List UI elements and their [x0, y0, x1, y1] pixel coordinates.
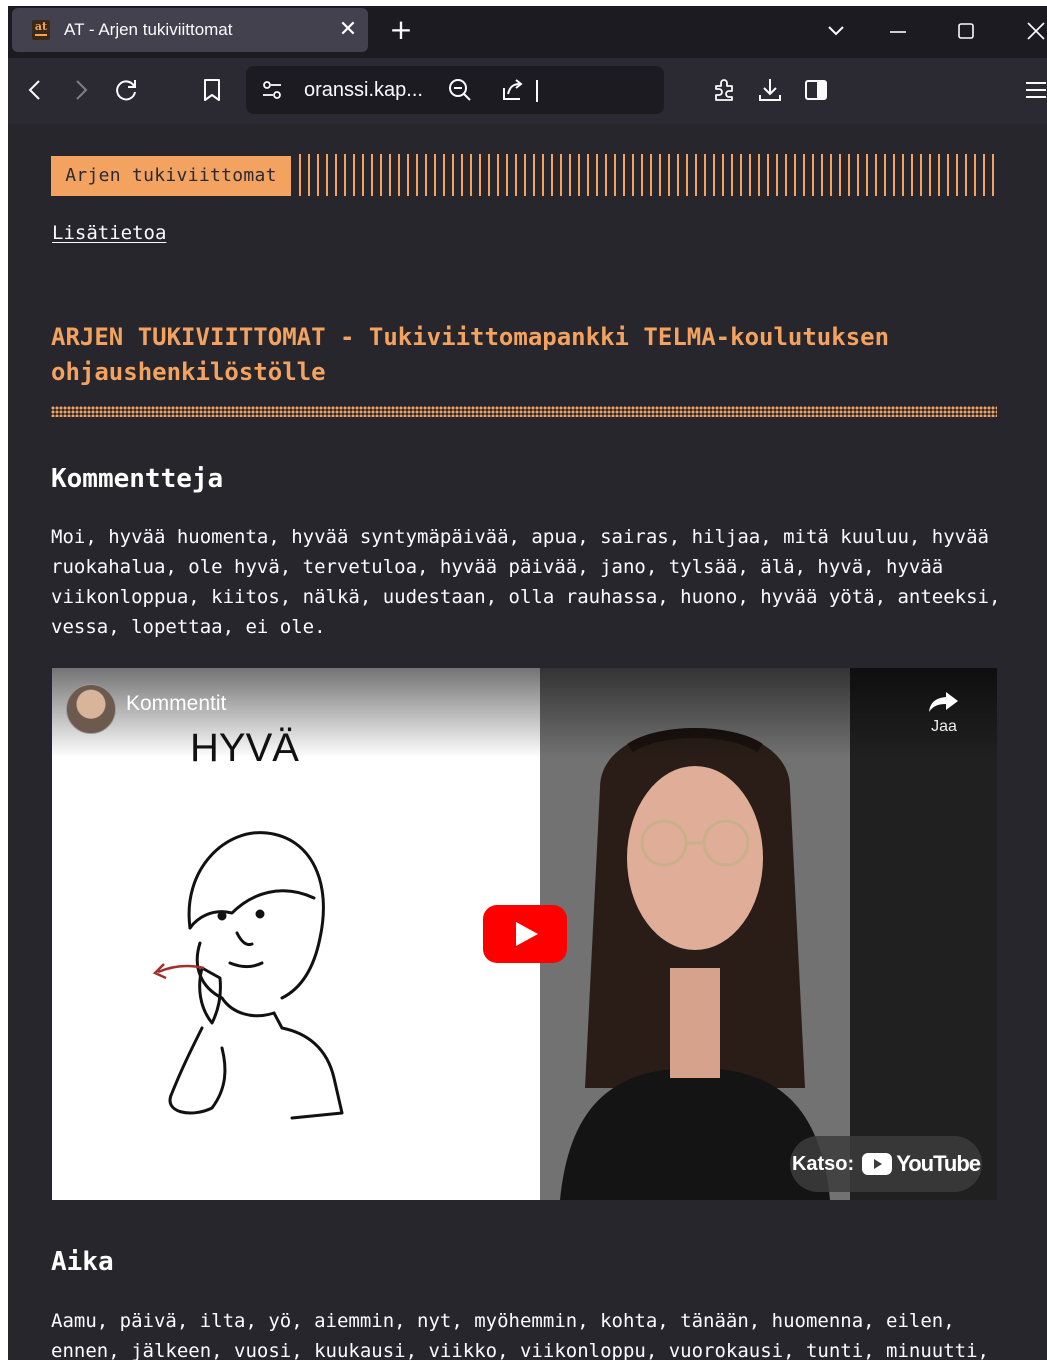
minimize-window-icon[interactable]	[880, 14, 916, 48]
browser-window: at AT - Arjen tukiviittomat ✕ + oranssi.…	[8, 6, 1047, 1360]
urlbar-separator	[536, 80, 538, 102]
new-tab-button[interactable]: +	[386, 12, 416, 48]
tab-strip: at AT - Arjen tukiviittomat ✕ +	[8, 6, 1047, 58]
site-favicon-icon: at	[32, 20, 50, 40]
channel-avatar[interactable]	[66, 684, 116, 734]
navigation-toolbar: oranssi.kap...	[8, 58, 1047, 124]
maximize-window-icon[interactable]	[948, 14, 984, 48]
extensions-icon[interactable]	[708, 74, 740, 106]
more-info-link[interactable]: Lisätietoa	[52, 222, 166, 244]
close-window-icon[interactable]	[1018, 14, 1047, 48]
section-title-kommentteja: Kommentteja	[51, 464, 224, 494]
web-page: Arjen tukiviittomat Lisätietoa ARJEN TUK…	[8, 124, 1047, 1360]
tab-close-icon[interactable]: ✕	[328, 8, 368, 52]
site-brand-link[interactable]: Arjen tukiviittomat	[51, 156, 291, 196]
share-icon[interactable]	[496, 74, 528, 106]
watch-on-label: Katso:	[791, 1152, 855, 1175]
sign-word-label: HYVÄ	[190, 726, 299, 770]
reload-icon[interactable]	[110, 74, 142, 106]
page-title: ARJEN TUKIVIITTOMAT - Tukiviittomapankki…	[51, 323, 890, 386]
site-header: Arjen tukiviittomat	[51, 150, 997, 196]
decorative-bars	[299, 154, 997, 196]
tab-title: AT - Arjen tukiviittomat	[64, 20, 233, 39]
address-bar[interactable]: oranssi.kap...	[246, 66, 664, 114]
watch-on-youtube-button[interactable]: Katso: YouTube	[790, 1136, 982, 1192]
youtube-logo: YouTube	[862, 1151, 981, 1177]
youtube-video-embed[interactable]: Kommentit HYVÄ Jaa Katso: YouTube	[52, 668, 997, 1200]
forward-arrow-icon[interactable]	[64, 74, 96, 106]
section-text-aika: Aamu, päivä, ilta, yö, aiemmin, nyt, myö…	[51, 1310, 989, 1360]
section-title-aika: Aika	[51, 1247, 114, 1277]
hamburger-menu-icon[interactable]	[1020, 74, 1047, 106]
list-all-tabs-chevron-icon[interactable]	[818, 14, 854, 48]
play-button-icon[interactable]	[483, 905, 567, 963]
youtube-play-icon	[862, 1153, 893, 1175]
heading-divider	[51, 406, 997, 417]
section-text-kommentteja: Moi, hyvää huomenta, hyvää syntymäpäivää…	[51, 526, 1001, 638]
browser-tab-active[interactable]: at AT - Arjen tukiviittomat ✕	[12, 8, 368, 52]
share-label[interactable]: Jaa	[924, 718, 964, 736]
share-arrow-icon[interactable]	[924, 684, 964, 722]
sidebar-icon[interactable]	[800, 74, 832, 106]
youtube-wordmark: YouTube	[896, 1151, 981, 1176]
url-text[interactable]: oranssi.kap...	[304, 66, 423, 114]
permissions-icon[interactable]	[256, 74, 288, 106]
zoom-out-icon[interactable]	[444, 74, 476, 106]
video-title[interactable]: Kommentit	[126, 692, 226, 716]
bookmark-icon[interactable]	[196, 74, 228, 106]
download-icon[interactable]	[754, 74, 786, 106]
back-arrow-icon[interactable]	[20, 74, 52, 106]
